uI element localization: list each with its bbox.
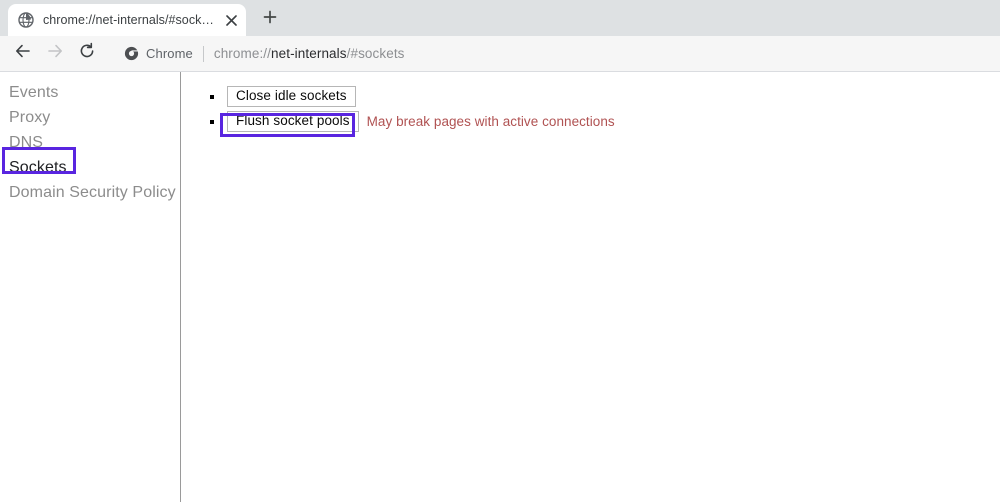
- sidebar-item-domain-security-policy[interactable]: Domain Security Policy: [0, 180, 180, 205]
- sidebar-item-sockets[interactable]: Sockets: [0, 155, 180, 180]
- sidebar-item-dns[interactable]: DNS: [0, 130, 180, 155]
- sidebar-item-label: Proxy: [9, 109, 51, 126]
- list-item: Close idle sockets: [181, 84, 1000, 109]
- globe-icon: [18, 12, 34, 28]
- flush-socket-pools-button[interactable]: Flush socket pools: [227, 111, 359, 132]
- tab-strip: chrome://net-internals/#sockets: [0, 0, 1000, 36]
- url-path: /#sockets: [346, 46, 405, 61]
- chrome-shield-icon: [124, 46, 139, 61]
- sidebar-item-proxy[interactable]: Proxy: [0, 105, 180, 130]
- arrow-right-icon: [46, 42, 64, 65]
- close-idle-sockets-button[interactable]: Close idle sockets: [227, 86, 356, 107]
- net-internals-sidebar: Events Proxy DNS Sockets Domain Security…: [0, 72, 181, 502]
- sidebar-item-label: Domain Security Policy: [9, 184, 176, 201]
- tab-title: chrome://net-internals/#sockets: [43, 13, 218, 27]
- url-text: chrome://net-internals/#sockets: [214, 46, 405, 61]
- browser-toolbar: Chrome chrome://net-internals/#sockets: [0, 36, 1000, 72]
- sidebar-item-label: Sockets: [9, 159, 67, 176]
- url-host: net-internals: [271, 46, 347, 61]
- sidebar-item-label: DNS: [9, 134, 44, 151]
- site-identity-label: Chrome: [146, 46, 193, 61]
- browser-window: chrome://net-internals/#sockets Chrome c…: [0, 0, 1000, 502]
- sidebar-item-events[interactable]: Events: [0, 80, 180, 105]
- site-identity-chip[interactable]: Chrome: [124, 46, 193, 61]
- reload-icon: [78, 42, 96, 65]
- flush-warning-text: May break pages with active connections: [366, 114, 615, 129]
- plus-icon: [263, 10, 277, 29]
- url-scheme: chrome://: [213, 46, 272, 61]
- close-icon[interactable]: [222, 11, 240, 29]
- forward-button[interactable]: [40, 39, 70, 69]
- sidebar-item-label: Events: [9, 84, 59, 101]
- socket-actions-list: Close idle sockets Flush socket pools Ma…: [181, 84, 1000, 134]
- new-tab-button[interactable]: [256, 5, 284, 33]
- list-item: Flush socket pools May break pages with …: [181, 109, 1000, 134]
- sockets-panel: Close idle sockets Flush socket pools Ma…: [181, 72, 1000, 502]
- page-content: Events Proxy DNS Sockets Domain Security…: [0, 72, 1000, 502]
- reload-button[interactable]: [72, 39, 102, 69]
- back-button[interactable]: [8, 39, 38, 69]
- arrow-left-icon: [14, 42, 32, 65]
- browser-tab[interactable]: chrome://net-internals/#sockets: [8, 4, 246, 36]
- omnibox-divider: [202, 45, 204, 62]
- address-bar[interactable]: Chrome chrome://net-internals/#sockets: [118, 40, 1000, 67]
